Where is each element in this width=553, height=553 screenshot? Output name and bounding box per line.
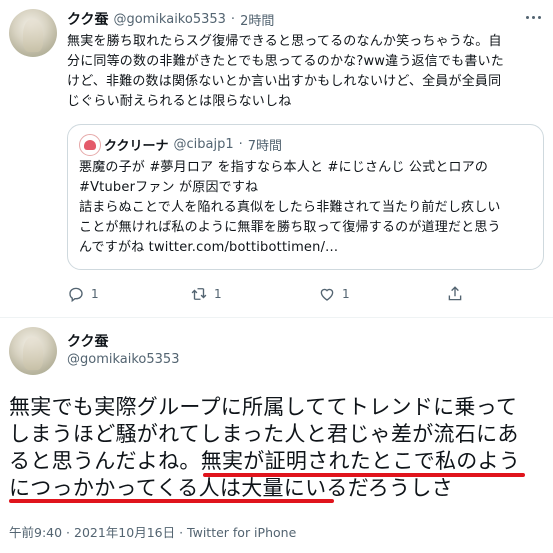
reply-count: 1 (91, 287, 99, 301)
quote-display-name: ククリーナ (104, 138, 169, 154)
handle[interactable]: @gomikaiko5353 (67, 352, 179, 367)
retweet-icon (191, 288, 207, 300)
tweet-text-line: 無実を勝ち取れたらスグ復帰できると思ってるのなんか笑っちゃうな。自 (67, 34, 502, 49)
tweet-text-line: 分に同等の数の非難がきたとでも思ってるのかな?ww違う返信でも書いた (67, 54, 504, 69)
heart-icon (320, 288, 334, 301)
quote-text-line: #Vtuberファン が原因ですね (79, 180, 259, 195)
tweet-text: 無実を勝ち取れたらスグ復帰できると思ってるのなんか笑っちゃうな。自 分に同等の数… (67, 32, 547, 112)
share-button[interactable] (446, 285, 464, 303)
quote-text-line: ことが無ければ私のように無罪を勝ち取って復帰するのが道理だと思う (79, 220, 501, 235)
avatar[interactable] (9, 327, 57, 375)
retweet-button[interactable]: 1 (190, 285, 222, 303)
quote-separator: · (238, 136, 243, 152)
quote-header: ククリーナ @cibajp1 · 7時間 (104, 134, 282, 154)
handle[interactable]: @gomikaiko5353 (113, 12, 225, 27)
share-icon (448, 286, 462, 301)
display-name[interactable]: クク蚕 (67, 331, 108, 351)
quote-text: 悪魔の子が #夢月ロア を指すなら本人と #にじさんじ 公式とロアの #Vtub… (79, 158, 539, 258)
like-count: 1 (342, 287, 350, 301)
quote-handle: @cibajp1 (173, 136, 234, 152)
tweet-text: 無実でも実際グループに所属しててトレンドに乗って しまうほど騒がれてしまった人と… (9, 394, 549, 502)
tweet-text-line: けど、非難の数は関係ないとか言い出すかもしれないけど、全員が全員同 (67, 74, 502, 89)
tweet-text-line: 無実でも実際グループに所属しててトレンドに乗って (9, 395, 518, 419)
display-name[interactable]: クク蚕 (67, 9, 108, 29)
divider (0, 317, 553, 318)
quote-text-line: 悪魔の子が #夢月ロア を指すなら本人と #にじさんじ 公式とロアの (79, 160, 489, 175)
annotation-underline (9, 499, 334, 503)
tweet-timestamp[interactable]: 午前9:40 · 2021年10月16日 · Twitter for iPhon… (9, 522, 296, 541)
tweet-text-line: しまうほど騒がれてしまった人と君じゃ差が流石にあ (9, 422, 519, 446)
more-icon[interactable] (523, 10, 543, 24)
like-button[interactable]: 1 (318, 285, 350, 303)
quote-time: 7時間 (247, 138, 283, 154)
tweet-header: クク蚕 @gomikaiko5353 · 2時間 (67, 9, 274, 29)
avatar[interactable] (9, 9, 57, 57)
tweet-text-line: につっかかってくる人は大量にいるだろうしさ (9, 476, 453, 500)
retweet-count: 1 (214, 287, 222, 301)
tweet-text-line: じぐらい耐えられるとは限らないしね (67, 94, 292, 109)
quote-avatar (79, 134, 101, 156)
quote-text-line: んですがね twitter.com/bottibottimen/... (79, 240, 339, 255)
annotation-underline (203, 473, 525, 477)
separator: · (230, 11, 236, 27)
quote-text-line: 詰まらぬことで人を陥れる真似をしたら非難されて当たり前だし疚しい (79, 200, 501, 215)
tweet-text-line: ると思うんだよね。無実が証明されたとこで私のよう (9, 449, 521, 473)
reply-button[interactable]: 1 (67, 285, 99, 303)
tweet-time[interactable]: 2時間 (240, 10, 274, 29)
reply-icon (69, 287, 83, 303)
